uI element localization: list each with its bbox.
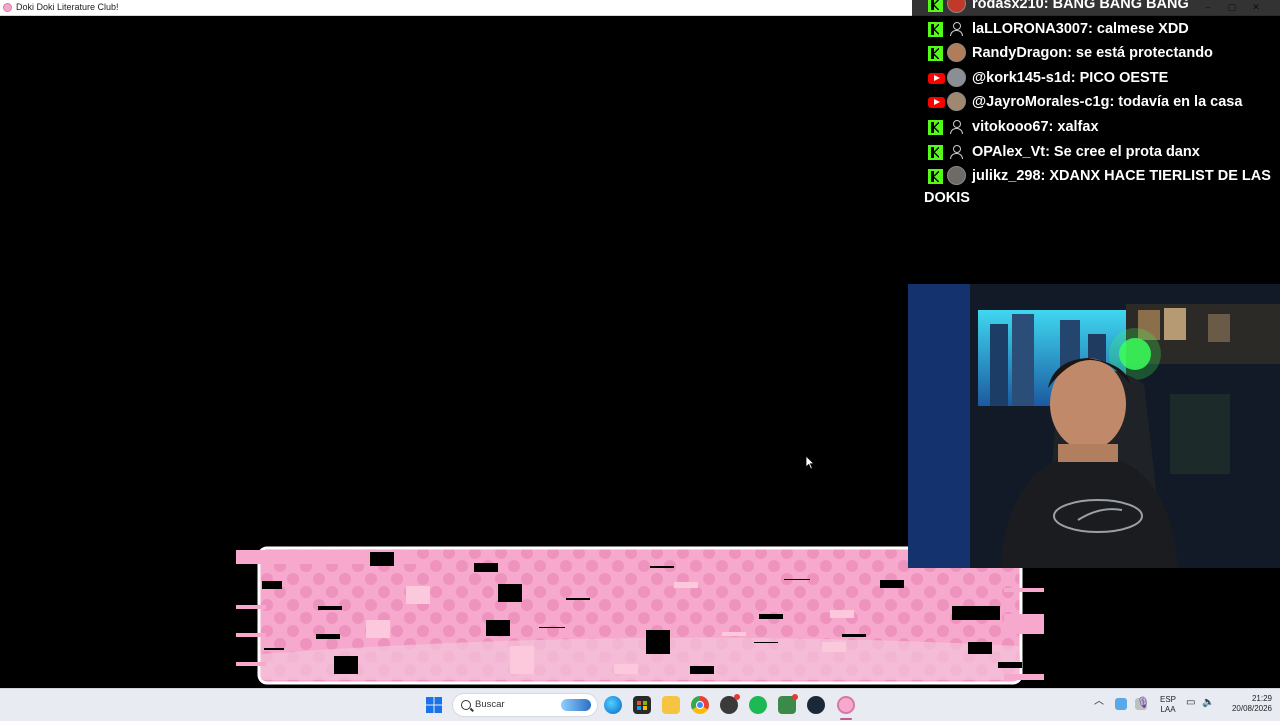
search-highlight-icon <box>561 699 591 711</box>
kick-icon <box>928 21 943 37</box>
avatar <box>947 43 966 63</box>
search-placeholder: Buscar <box>475 699 505 710</box>
avatar <box>947 0 966 13</box>
chat-message: RandyDragon: se está protectando <box>912 41 1280 66</box>
taskbar-search-box[interactable]: Buscar <box>452 693 598 717</box>
volume-icon[interactable]: 🔈 <box>1202 698 1214 708</box>
chat-message-text: julikz_298: XDANX HACE TIERLIST DE LAS D… <box>924 168 1271 205</box>
tray-app-icon[interactable] <box>1115 698 1127 710</box>
windows-taskbar: Buscar ︿ 🎙 ESP LAA ▭ 🔈 21:29 20/08/2026 <box>0 688 1280 721</box>
file-explorer-icon[interactable] <box>662 696 680 714</box>
kick-icon <box>928 144 943 160</box>
chat-message-text: OPAlex_Vt: Se cree el prota danx <box>972 143 1200 160</box>
default-user-icon <box>947 19 966 38</box>
store-icon[interactable] <box>633 696 651 714</box>
streamer-webcam <box>908 284 1280 568</box>
chrome-icon[interactable] <box>691 696 709 714</box>
network-icon[interactable]: ▭ <box>1186 698 1195 708</box>
avatar <box>947 67 966 87</box>
chat-message-text: RandyDragon: se está protectando <box>972 45 1213 62</box>
chevron-up-icon[interactable]: ︿ <box>1094 697 1104 707</box>
chat-message: julikz_298: XDANX HACE TIERLIST DE LAS D… <box>912 164 1280 205</box>
youtube-icon <box>928 72 945 84</box>
kick-icon <box>928 0 943 12</box>
mouse-cursor-icon <box>805 455 815 470</box>
chat-message: @JayroMorales-c1g: todavía en la casa <box>912 90 1280 115</box>
app-icon[interactable] <box>778 694 798 714</box>
ddlc-taskbar-icon[interactable] <box>837 696 855 714</box>
kick-icon <box>928 119 943 135</box>
chat-message-text: rodasx210: BANG BANG BANG <box>972 0 1189 12</box>
kick-icon <box>928 169 943 185</box>
search-icon <box>461 700 471 710</box>
chat-message: OPAlex_Vt: Se cree el prota danx <box>912 140 1280 165</box>
chat-message-text: @JayroMorales-c1g: todavía en la casa <box>972 94 1243 111</box>
chat-message-text: laLLORONA3007: calmese XDD <box>972 20 1189 37</box>
ddlc-app-icon <box>3 3 12 12</box>
microphone-icon[interactable]: 🎙 <box>1136 698 1150 709</box>
chat-message: @kork145-s1d: PICO OESTE <box>912 66 1280 91</box>
chat-message: laLLORONA3007: calmese XDD <box>912 17 1280 42</box>
window-title: Doki Doki Literature Club! <box>16 2 119 12</box>
youtube-icon <box>928 97 945 109</box>
default-user-icon <box>947 142 966 161</box>
default-user-icon <box>947 117 966 136</box>
avatar <box>947 166 966 186</box>
language-indicator[interactable]: ESP LAA <box>1158 695 1178 715</box>
webcam-feed-image <box>908 284 1280 568</box>
spotify-icon[interactable] <box>749 696 767 714</box>
clock[interactable]: 21:29 20/08/2026 <box>1222 694 1272 714</box>
start-icon[interactable] <box>425 696 443 714</box>
stream-chat-overlay: rodasx210: BANG BANG BANG laLLORONA3007:… <box>912 0 1280 205</box>
chat-message-text: vitokooo67: xalfax <box>972 118 1099 135</box>
obs-icon[interactable] <box>720 694 740 714</box>
chat-message-text: @kork145-s1d: PICO OESTE <box>972 69 1169 86</box>
edge-icon[interactable] <box>604 696 622 714</box>
avatar <box>947 92 966 112</box>
chat-message: rodasx210: BANG BANG BANG <box>912 0 1280 17</box>
kick-icon <box>928 46 943 62</box>
steam-icon[interactable] <box>807 696 825 714</box>
chat-message: vitokooo67: xalfax <box>912 115 1280 140</box>
